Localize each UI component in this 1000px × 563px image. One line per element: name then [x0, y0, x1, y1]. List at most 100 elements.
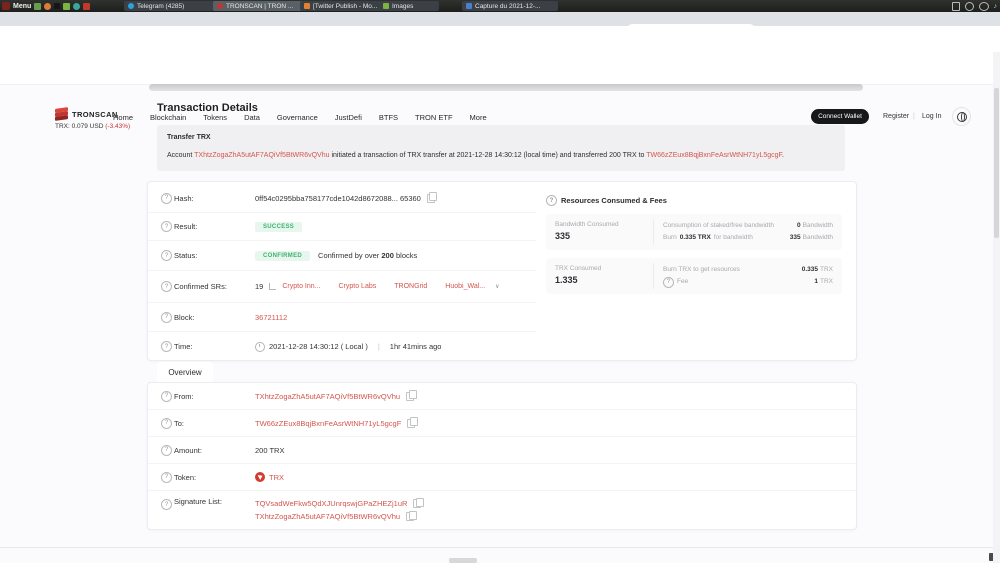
- help-icon[interactable]: [161, 341, 172, 352]
- bandwidth-row-staked: Consumption of staked/free bandwidth 0 B…: [663, 220, 833, 232]
- users-tray-icon[interactable]: [979, 2, 989, 11]
- folder-icon: [383, 3, 389, 9]
- shield-app-icon[interactable]: [83, 3, 90, 10]
- nav-more[interactable]: More: [470, 113, 487, 122]
- chevron-down-icon[interactable]: ∨: [495, 283, 499, 290]
- nav-tron-etf[interactable]: TRON ETF: [415, 113, 453, 122]
- sr-link[interactable]: Crypto Inn...: [282, 283, 320, 290]
- signature-link[interactable]: TXhtzZogaZhA5utAF7AQiVf5BtWR6vQVhu: [255, 510, 400, 523]
- trx-row-burn: Burn TRX to get resources 0.335 TRX: [663, 264, 833, 276]
- to-address-link[interactable]: TW66zZEux8BqjBxnFeAsrWtNH71yL5gcgF: [255, 419, 401, 428]
- status-note: Confirmed by over 200 blocks: [318, 251, 417, 260]
- help-icon[interactable]: [161, 281, 172, 292]
- sr-count: 19: [255, 282, 263, 291]
- taskbar-window-twitter[interactable]: [Twitter Publish - Mo...: [300, 1, 384, 11]
- footer-divider: [0, 547, 1000, 548]
- detail-left-column: Hash: 0ff54c0295bba758177cde1042d8672088…: [148, 184, 536, 361]
- sr-link[interactable]: Huobi_Wal...: [445, 283, 485, 290]
- clipboard-tray-icon[interactable]: [952, 2, 960, 11]
- tronscan-logo-icon: [55, 108, 68, 120]
- bandwidth-row-burn: Burn 0.335 TRX for bandwidth 335 Bandwid…: [663, 232, 833, 244]
- status-badge: CONFIRMED: [255, 251, 310, 261]
- tronscan-icon: [217, 3, 223, 9]
- detail-row-status: Status: CONFIRMED Confirmed by over 200 …: [148, 241, 536, 271]
- page-title: Transaction Details: [157, 102, 258, 114]
- amount-value: 200 TRX: [255, 446, 284, 455]
- detail-row-block: Block: 36721112: [148, 303, 536, 332]
- transfer-notice: Transfer TRX Account TXhtzZogaZhA5utAF7A…: [157, 125, 845, 171]
- signature-link[interactable]: TQVsadWeFkw5QdXJUnrqswjGPaZHEZj1uR: [255, 497, 407, 510]
- app-icon-orange[interactable]: [44, 3, 51, 10]
- taskbar-window-tronscan[interactable]: TRONSCAN | TRON ...: [213, 1, 305, 11]
- help-icon[interactable]: [161, 221, 172, 232]
- connect-wallet-button[interactable]: Connect Wallet: [811, 109, 869, 124]
- register-link[interactable]: Register: [883, 113, 909, 120]
- copy-icon[interactable]: [406, 392, 414, 401]
- bandwidth-consumed-box: Bandwidth Consumed 335 Consumption of st…: [546, 214, 842, 250]
- taskbar-window-capture[interactable]: Capture du 2021-12-...: [462, 1, 558, 11]
- copy-icon[interactable]: [413, 499, 421, 508]
- help-icon[interactable]: [663, 277, 674, 288]
- copy-icon[interactable]: [427, 194, 435, 203]
- copy-icon[interactable]: [407, 419, 415, 428]
- workspace-icon[interactable]: [34, 3, 41, 10]
- tronscan-logo[interactable]: TRONSCAN: [55, 108, 118, 120]
- overview-row-signature-list: Signature List: TQVsadWeFkw5QdXJUnrqswjG…: [148, 491, 856, 537]
- files-icon[interactable]: [63, 3, 70, 10]
- from-address-link[interactable]: TXhtzZogaZhA5utAF7AQiVf5BtWR6vQVhu: [255, 392, 400, 401]
- taskbar-window-images[interactable]: Images: [379, 1, 439, 11]
- resources-title: Resources Consumed & Fees: [561, 196, 667, 205]
- terminal-icon[interactable]: [54, 3, 60, 9]
- login-link[interactable]: Log In: [922, 113, 941, 120]
- help-icon[interactable]: [161, 499, 172, 510]
- sr-link[interactable]: TRONGrid: [394, 283, 427, 290]
- to-address-link[interactable]: TW66zZEux8BqjBxnFeAsrWtNH71yL5gcgF: [646, 152, 782, 159]
- scrollbar-thumb[interactable]: [994, 88, 999, 238]
- help-icon[interactable]: [161, 418, 172, 429]
- nav-home[interactable]: Home: [113, 113, 133, 122]
- language-globe-icon[interactable]: [952, 107, 971, 126]
- hash-value: 0ff54c0295bba758177cde1042d8672088... 65…: [255, 194, 421, 203]
- overview-row-from: From: TXhtzZogaZhA5utAF7AQiVf5BtWR6vQVhu: [148, 383, 856, 410]
- nav-btfs[interactable]: BTFS: [379, 113, 398, 122]
- help-icon[interactable]: [161, 391, 172, 402]
- help-icon[interactable]: [161, 445, 172, 456]
- detail-row-hash: Hash: 0ff54c0295bba758177cde1042d8672088…: [148, 184, 536, 213]
- trx-token-icon: [255, 472, 265, 482]
- sr-link[interactable]: Crypto Labs: [338, 283, 376, 290]
- overview-row-amount: Amount: 200 TRX: [148, 437, 856, 464]
- from-address-link[interactable]: TXhtzZogaZhA5utAF7AQiVf5BtWR6vQVhu: [194, 152, 329, 159]
- menu-button[interactable]: Menu: [13, 3, 31, 10]
- distro-menu-icon[interactable]: [2, 2, 10, 10]
- user-tray-icon[interactable]: [965, 2, 974, 11]
- help-icon[interactable]: [546, 195, 557, 206]
- browser-address-bar: ← → ↻ tronscan.org/#/transaction/0ff54c0…: [0, 26, 1000, 53]
- token-link[interactable]: TRX: [269, 473, 284, 482]
- site-header: TRONSCAN TRX: 0.079 USD (-3.43%) Home Bl…: [0, 52, 1000, 85]
- block-link[interactable]: 36721112: [255, 313, 287, 322]
- music-note-icon[interactable]: ♪: [994, 3, 998, 10]
- notice-body: Account TXhtzZogaZhA5utAF7AQiVf5BtWR6vQV…: [167, 152, 784, 159]
- detail-row-result: Result: SUCCESS: [148, 213, 536, 241]
- system-bar: Menu Telegram (4285) TRONSCAN | TRON ...…: [0, 0, 1000, 12]
- telegram-icon: [128, 3, 134, 9]
- notice-title: Transfer TRX: [167, 134, 211, 141]
- nav-justdefi[interactable]: JustDefi: [335, 113, 362, 122]
- globe-app-icon[interactable]: [73, 3, 80, 10]
- sr-list-icon: [269, 283, 276, 290]
- help-icon[interactable]: [161, 193, 172, 204]
- trx-consumed-box: TRX Consumed 1.335 Burn TRX to get resou…: [546, 258, 842, 294]
- ad-banner: [149, 84, 863, 91]
- copy-icon[interactable]: [406, 512, 414, 521]
- nav-governance[interactable]: Governance: [277, 113, 318, 122]
- trx-row-fee: Fee 1 TRX: [663, 276, 833, 288]
- help-icon[interactable]: [161, 472, 172, 483]
- time-ago: 1hr 41mins ago: [390, 342, 442, 351]
- taskbar-window-telegram[interactable]: Telegram (4285): [124, 1, 218, 11]
- help-icon[interactable]: [161, 250, 172, 261]
- help-icon[interactable]: [161, 312, 172, 323]
- clock-icon: [255, 342, 265, 352]
- transaction-detail-card: Hash: 0ff54c0295bba758177cde1042d8672088…: [147, 181, 857, 361]
- time-value: 2021-12-28 14:30:12 ( Local ): [269, 342, 368, 351]
- tab-overview[interactable]: Overview: [157, 362, 213, 382]
